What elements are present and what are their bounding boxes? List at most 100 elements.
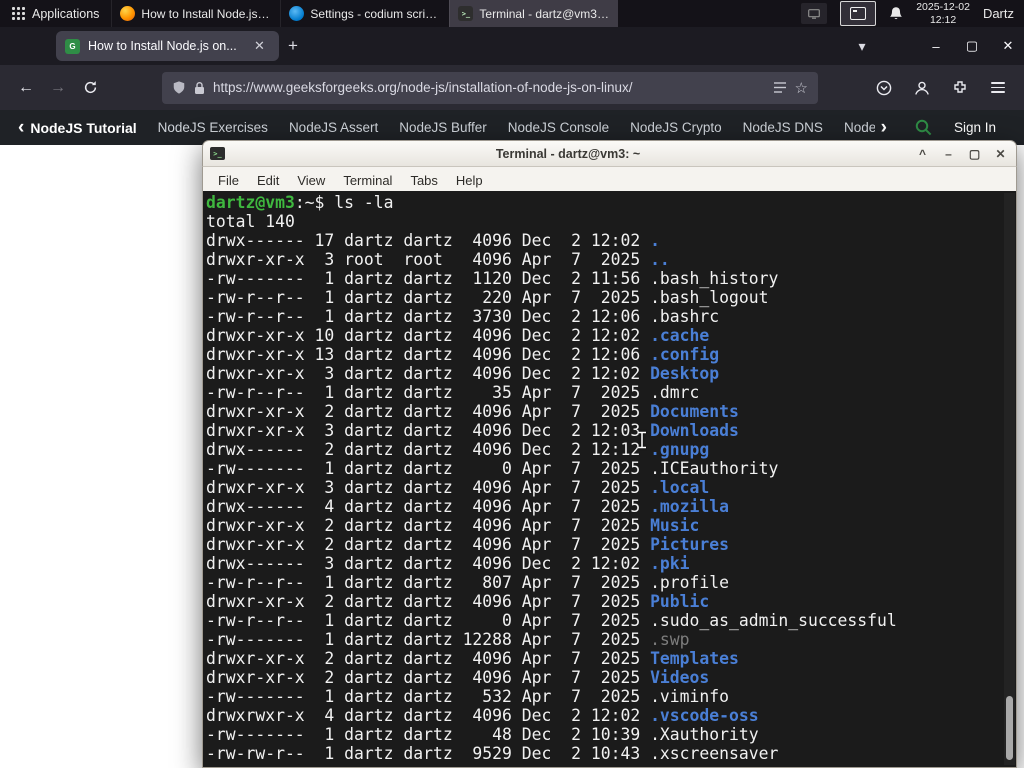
tray-terminal-icon[interactable]: [840, 1, 877, 26]
terminal-line: drwxr-xr-x 2 dartz dartz 4096 Apr 7 2025…: [206, 516, 700, 535]
tab-title: How to Install Node.js on...: [88, 39, 237, 53]
notification-bell-icon[interactable]: [889, 6, 903, 21]
applications-menu[interactable]: Applications: [0, 0, 111, 27]
terminal-menu-view[interactable]: View: [288, 171, 334, 190]
search-icon[interactable]: [915, 119, 932, 136]
reload-button[interactable]: [74, 72, 106, 104]
bookmark-star-icon[interactable]: ☆: [795, 79, 808, 97]
account-icon[interactable]: [906, 72, 938, 104]
terminal-icon: >_: [458, 6, 474, 21]
terminal-line: drwxr-xr-x 2 dartz dartz 4096 Apr 7 2025…: [206, 592, 710, 611]
taskbar-button-firefox[interactable]: How to Install Node.js o...: [111, 0, 280, 27]
terminal-line: drwxrwxr-x 4 dartz dartz 4096 Dec 2 12:0…: [206, 706, 759, 725]
terminal-line: drwx------ 3 dartz dartz 4096 Dec 2 12:0…: [206, 554, 690, 573]
extensions-icon[interactable]: [944, 72, 976, 104]
terminal-line: -rw------- 1 dartz dartz 1120 Dec 2 11:5…: [206, 269, 779, 288]
shell-prompt-line: dartz@vm3:~$ ls -la: [206, 193, 394, 212]
terminal-line: drwxr-xr-x 3 dartz dartz 4096 Apr 7 2025…: [206, 478, 710, 497]
gfg-nav-node[interactable]: Node: [844, 120, 875, 135]
terminal-line: drwxr-xr-x 2 dartz dartz 4096 Apr 7 2025…: [206, 402, 739, 421]
url-bar[interactable]: https://www.geeksforgeeks.org/node-js/in…: [162, 71, 818, 104]
terminal-line: drwx------ 4 dartz dartz 4096 Apr 7 2025…: [206, 497, 730, 516]
terminal-screen[interactable]: dartz@vm3:~$ ls -la total 140 drwx------ 1…: [202, 191, 1017, 768]
minimize-terminal-icon[interactable]: –: [940, 147, 957, 161]
typed-command: ls -la: [334, 193, 394, 212]
taskbar-button-codium[interactable]: Settings - codium script...: [280, 0, 449, 27]
terminal-app-icon: >_: [210, 147, 225, 160]
terminal-line: -rw-r--r-- 1 dartz dartz 35 Apr 7 2025 .…: [206, 383, 700, 402]
scrollbar-thumb[interactable]: [1006, 696, 1013, 760]
terminal-menu-tabs[interactable]: Tabs: [401, 171, 446, 190]
firefox-icon: [120, 6, 136, 21]
minimize-window-icon[interactable]: –: [928, 39, 944, 54]
nav-scroll-right-icon[interactable]: ›: [875, 118, 893, 137]
gfg-nav-nodejs-console[interactable]: NodeJS Console: [508, 120, 609, 135]
terminal-scrollbar[interactable]: [1004, 193, 1015, 765]
browser-toolbar: ← → https://www.geeksforgeeks.org/node-j…: [0, 65, 1024, 110]
shield-icon[interactable]: [172, 80, 186, 95]
gfg-nav-nodejs-buffer[interactable]: NodeJS Buffer: [399, 120, 487, 135]
toolbar-right-icons: [868, 72, 1014, 104]
clock[interactable]: 2025-12-02 12:12: [916, 1, 970, 26]
applications-grid-icon: [12, 7, 25, 20]
mouse-cursor-ibeam: [638, 431, 646, 449]
terminal-menu-terminal[interactable]: Terminal: [334, 171, 401, 190]
terminal-line: drwxr-xr-x 10 dartz dartz 4096 Dec 2 12:…: [206, 326, 710, 345]
task-title: Terminal - dartz@vm3: ~: [479, 6, 611, 21]
terminal-menubar: File Edit View Terminal Tabs Help: [202, 167, 1017, 194]
terminal-line: drwxr-xr-x 3 dartz dartz 4096 Dec 2 12:0…: [206, 364, 720, 383]
list-all-tabs-icon[interactable]: ▾: [848, 32, 876, 60]
terminal-line: -rw------- 1 dartz dartz 48 Dec 2 10:39 …: [206, 725, 759, 744]
gfg-nav-nodejs-assert[interactable]: NodeJS Assert: [289, 120, 378, 135]
close-terminal-icon[interactable]: ✕: [992, 147, 1009, 161]
sign-in-button[interactable]: Sign In: [954, 120, 996, 135]
forward-button[interactable]: →: [42, 72, 74, 104]
terminal-line: -rw-r--r-- 1 dartz dartz 807 Apr 7 2025 …: [206, 573, 730, 592]
maximize-terminal-icon[interactable]: ▢: [966, 147, 983, 161]
terminal-menu-file[interactable]: File: [209, 171, 248, 190]
taskbar: How to Install Node.js o... Settings - co…: [111, 0, 619, 27]
gfg-nav-nodejs-dns[interactable]: NodeJS DNS: [743, 120, 823, 135]
terminal-line: -rw------- 1 dartz dartz 12288 Apr 7 202…: [206, 630, 690, 649]
desktop: Applications How to Install Node.js o...…: [0, 0, 1024, 768]
gfg-nav-right: › Sign In: [875, 118, 1012, 137]
terminal-line: drwxr-xr-x 2 dartz dartz 4096 Apr 7 2025…: [206, 668, 710, 687]
terminal-menu-edit[interactable]: Edit: [248, 171, 288, 190]
nav-scroll-left-icon[interactable]: ‹: [12, 118, 30, 137]
reload-icon: [84, 81, 96, 94]
maximize-window-icon[interactable]: ▢: [964, 38, 980, 54]
gfg-nav-nodejs-crypto[interactable]: NodeJS Crypto: [630, 120, 722, 135]
tab-bar: G How to Install Node.js on... ✕ + ▾ – ▢…: [0, 27, 1024, 65]
terminal-output: dartz@vm3:~$ ls -la total 140 drwx------ 1…: [203, 191, 1016, 763]
tab-close-icon[interactable]: ✕: [254, 38, 270, 54]
user-menu[interactable]: Dartz: [983, 6, 1014, 21]
close-window-icon[interactable]: ✕: [1000, 38, 1016, 54]
browser-tab[interactable]: G How to Install Node.js on... ✕: [56, 31, 279, 61]
taskbar-button-terminal[interactable]: >_ Terminal - dartz@vm3: ~: [449, 0, 619, 27]
reader-view-icon[interactable]: [773, 81, 787, 94]
window-controls: – ▢ ✕: [928, 27, 1016, 65]
terminal-line: drwxr-xr-x 2 dartz dartz 4096 Apr 7 2025…: [206, 649, 739, 668]
terminal-line: drwxr-xr-x 2 dartz dartz 4096 Apr 7 2025…: [206, 535, 730, 554]
back-button[interactable]: ←: [10, 72, 42, 104]
shade-window-icon[interactable]: ^: [914, 147, 931, 161]
gfg-nav-nodejs-tutorial[interactable]: NodeJS Tutorial: [30, 120, 136, 136]
menu-hamburger-icon[interactable]: [982, 72, 1014, 104]
terminal-window-title: Terminal - dartz@vm3: ~: [495, 146, 641, 161]
gfg-nav-nodejs-exercises[interactable]: NodeJS Exercises: [158, 120, 268, 135]
applications-label: Applications: [32, 6, 100, 21]
top-panel: Applications How to Install Node.js o...…: [0, 0, 1024, 27]
lock-icon[interactable]: [194, 81, 205, 95]
terminal-line: drwx------ 2 dartz dartz 4096 Dec 2 12:1…: [206, 440, 710, 459]
terminal-line: -rw-r--r-- 1 dartz dartz 0 Apr 7 2025 .s…: [206, 611, 897, 630]
task-title: Settings - codium script...: [310, 6, 442, 21]
pocket-icon[interactable]: [868, 72, 900, 104]
tray-status-icon[interactable]: [801, 3, 828, 24]
terminal-menu-help[interactable]: Help: [447, 171, 492, 190]
terminal-titlebar[interactable]: >_ Terminal - dartz@vm3: ~ ^ – ▢ ✕: [202, 140, 1017, 167]
new-tab-button[interactable]: +: [279, 32, 307, 60]
terminal-line: drwxr-xr-x 13 dartz dartz 4096 Dec 2 12:…: [206, 345, 720, 364]
terminal-line: -rw------- 1 dartz dartz 532 Apr 7 2025 …: [206, 687, 730, 706]
terminal-line: drwxr-xr-x 3 root root 4096 Apr 7 2025 .…: [206, 250, 670, 269]
terminal-line: total 140: [206, 212, 295, 231]
